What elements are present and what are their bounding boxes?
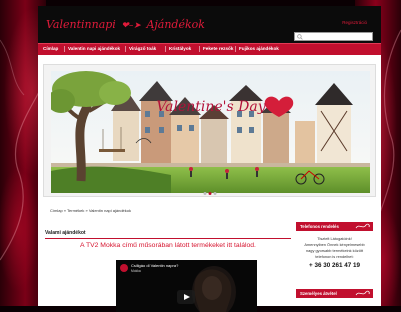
video-player[interactable]: Csillgáo dl Valentin napra? Mokka (116, 260, 257, 312)
valentine-town-illustration: Valentine's Day (51, 71, 370, 193)
nav-item-home[interactable]: Címlap (43, 46, 58, 51)
channel-avatar[interactable] (120, 264, 128, 272)
slider-dot[interactable] (213, 192, 216, 195)
phone-order-text-1: Tisztelt Látogatóink! (317, 236, 352, 241)
banner-image: Valentine's Day (51, 71, 370, 193)
site-header: Valentinnapi ❤–➤ Ajándékok Regisztráció (38, 6, 381, 43)
nav-separator (199, 46, 200, 52)
breadcrumb[interactable]: Címlap » Termékek » Valentin napi ajándé… (50, 208, 131, 213)
site-logo[interactable]: Valentinnapi ❤–➤ Ajándékok (46, 18, 205, 31)
slider-pagination (203, 192, 216, 195)
video-channel[interactable]: Mokka (131, 269, 141, 273)
nav-item-black-roses[interactable]: Fekete rezsők (203, 46, 233, 51)
video-title[interactable]: Csillgáo dl Valentin napra? (131, 263, 178, 268)
banner-slider[interactable]: Valentine's Day (43, 64, 376, 197)
page-title: Valami ajándékot (45, 230, 86, 236)
play-icon[interactable] (177, 290, 195, 304)
phone-number[interactable]: + 36 30 261 47 19 (296, 262, 373, 269)
nav-item-flowers[interactable]: Virágző toák (129, 46, 156, 51)
swirl-decoration-icon (355, 223, 370, 229)
nav-item-crystals[interactable]: Kristályok (169, 46, 191, 51)
heart-arrow-icon: ❤–➤ (121, 21, 141, 31)
personal-pickup-heading: Személyes átvétel (296, 289, 373, 298)
title-divider (45, 238, 291, 239)
phone-order-text-4: telefonon is rendelhet: (315, 254, 354, 259)
slider-dot[interactable] (203, 192, 206, 195)
headline-text: A TV2 Mokka című műsorában látott termék… (80, 242, 256, 249)
nav-separator (125, 46, 126, 52)
main-navigation: Címlap Valentin napi ajándékok Virágző t… (38, 43, 381, 55)
nav-separator (165, 46, 166, 52)
registration-link[interactable]: Regisztráció (342, 20, 367, 25)
banner-caption: Valentine's Day (156, 99, 266, 115)
nav-separator (235, 46, 236, 52)
logo-text-part2: Ajándékok (146, 18, 205, 31)
nav-separator (64, 46, 65, 52)
nav-item-funny-gifts[interactable]: Fujikos ajándékok (239, 46, 279, 51)
slider-dot-active[interactable] (208, 192, 211, 195)
page-container: Valentinnapi ❤–➤ Ajándékok Regisztráció … (38, 6, 381, 312)
logo-text-part1: Valentinnapi (46, 18, 116, 31)
search-input[interactable] (294, 32, 373, 41)
phone-order-heading: Telefonos rendelés (296, 222, 373, 231)
phone-order-text-2: Amennyiben Önnek kényelmesebb (304, 242, 365, 247)
personal-pickup-heading-text: Személyes átvétel (300, 291, 337, 296)
swirl-decoration-icon (355, 290, 370, 296)
nav-item-valentine-gifts[interactable]: Valentin napi ajándékok (68, 46, 120, 51)
phone-order-heading-text: Telefonos rendelés (300, 224, 339, 229)
search-icon (297, 34, 303, 40)
phone-order-text-3: nagy gyorsabb termékeink között (305, 248, 364, 253)
